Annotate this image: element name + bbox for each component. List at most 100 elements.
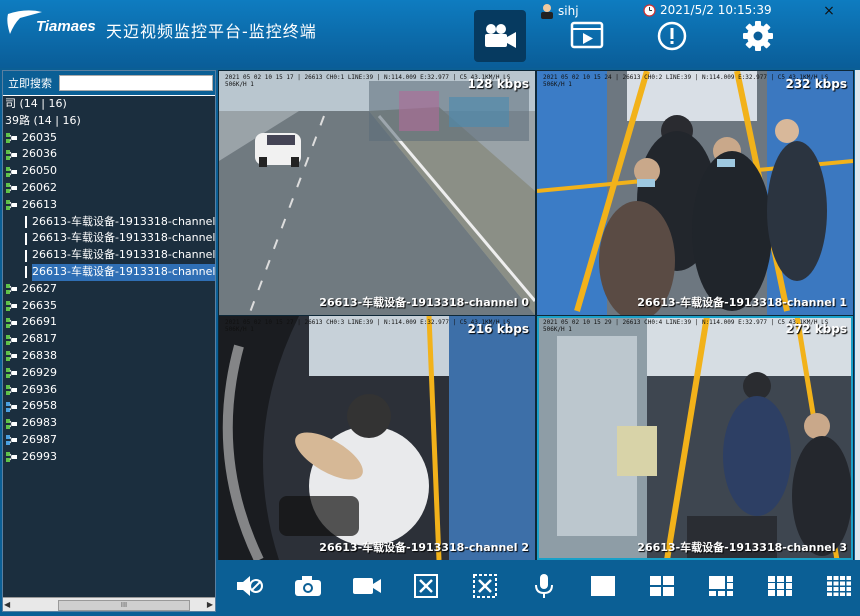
- tree-item-label: 26691: [22, 315, 57, 329]
- tree-channel-item[interactable]: 26613-车载设备-1913318-channel 0: [3, 214, 215, 231]
- tree-item-label: 26987: [22, 432, 57, 446]
- playback-icon: [570, 21, 604, 49]
- search-input[interactable]: [59, 75, 213, 91]
- close-channel-icon: [414, 574, 438, 598]
- tree-vehicle-item[interactable]: 26035: [3, 130, 215, 147]
- tree-item-label: 26958: [22, 399, 57, 413]
- record-video-icon: [353, 578, 381, 594]
- video-channel-name-3: 26613-车载设备-1913318-channel 3: [637, 541, 847, 554]
- scrollbar-thumb[interactable]: III: [58, 600, 190, 611]
- tree-vehicle-item[interactable]: 26929: [3, 365, 215, 382]
- layout-6-icon: [709, 576, 733, 596]
- tree-vehicle-item[interactable]: 26062: [3, 180, 215, 197]
- user-avatar-icon: [541, 4, 553, 19]
- layout-9-icon: [768, 576, 792, 596]
- tree-item-label: 26613-车载设备-1913318-channel 0: [32, 214, 215, 228]
- vehicle-online-icon: [6, 166, 17, 177]
- camera-icon: [295, 576, 321, 596]
- tree-vehicle-item[interactable]: 26627: [3, 281, 215, 298]
- tree-vehicle-item[interactable]: 26817: [3, 331, 215, 348]
- vehicle-online-icon: [6, 401, 17, 412]
- video-camera-icon: [485, 24, 516, 48]
- tree-vehicle-item[interactable]: 26993: [3, 449, 215, 466]
- grid-vertical-scrollbar[interactable]: [855, 70, 860, 560]
- close-channel-button[interactable]: [408, 570, 444, 602]
- video-cell-2[interactable]: 2021 05 02 10 15 27 | 26613 CH0:3 LINE:3…: [219, 316, 535, 560]
- vehicle-online-icon: [6, 183, 17, 194]
- datetime-display: 2021/5/2 10:15:39: [643, 3, 772, 17]
- tree-horizontal-scrollbar[interactable]: ◀ III ▶: [3, 597, 215, 611]
- layout-6-button[interactable]: [703, 570, 739, 602]
- video-cell-3[interactable]: 2021 05 02 10 15 29 | 26613 CH0:4 LINE:3…: [537, 316, 853, 560]
- search-button[interactable]: 立即搜索: [5, 75, 55, 91]
- layout-1-icon: [591, 576, 615, 596]
- scroll-left-arrow-icon[interactable]: ◀: [4, 600, 10, 609]
- layout-16-button[interactable]: [821, 570, 857, 602]
- tree-group-item[interactable]: 司 (14 | 16): [3, 96, 215, 113]
- tree-vehicle-item[interactable]: 26838: [3, 348, 215, 365]
- layout-9-button[interactable]: [762, 570, 798, 602]
- tree-item-label: 26993: [22, 449, 57, 463]
- video-bitrate-0: 128 kbps: [467, 77, 529, 91]
- video-bitrate-2: 216 kbps: [467, 322, 529, 336]
- tree-item-label: 26929: [22, 365, 57, 379]
- snapshot-button[interactable]: [290, 570, 326, 602]
- user-name: sihj: [558, 4, 579, 18]
- tree-item-label: 26613-车载设备-1913318-channel 3: [32, 263, 215, 281]
- app-title: 天迈视频监控平台-监控终端: [106, 22, 317, 41]
- tree-vehicle-item[interactable]: 26635: [3, 298, 215, 315]
- nav-video-button[interactable]: [474, 10, 526, 62]
- video-channel-name-2: 26613-车载设备-1913318-channel 2: [319, 541, 529, 554]
- vehicle-online-icon: [6, 334, 17, 345]
- tree-channel-item[interactable]: 26613-车载设备-1913318-channel 3: [3, 263, 215, 281]
- close-window-button[interactable]: ×: [820, 2, 838, 20]
- video-cell-1[interactable]: 2021 05 02 10 15 24 | 26613 CH0:2 LINE:3…: [537, 71, 853, 315]
- tree-item-label: 26062: [22, 180, 57, 194]
- scroll-right-arrow-icon[interactable]: ▶: [207, 600, 213, 609]
- mute-button[interactable]: [231, 570, 267, 602]
- tree-channel-item[interactable]: 26613-车载设备-1913318-channel 2: [3, 247, 215, 264]
- vehicle-online-icon: [6, 132, 17, 143]
- microphone-icon: [535, 574, 553, 598]
- video-cell-0[interactable]: 2021 05 02 10 15 17 | 26613 CH0:1 LINE:3…: [219, 71, 535, 315]
- nav-alarm-button[interactable]: [646, 10, 698, 62]
- tree-item-label: 26613-车载设备-1913318-channel 1: [32, 231, 215, 245]
- tree-item-label: 司 (14 | 16): [5, 97, 67, 110]
- tree-vehicle-item[interactable]: 26958: [3, 398, 215, 415]
- tree-vehicle-item[interactable]: 26613: [3, 197, 215, 214]
- brand-name: Tiamaes: [36, 18, 96, 35]
- nav-settings-button[interactable]: [732, 10, 784, 62]
- tree-vehicle-item[interactable]: 26691: [3, 314, 215, 331]
- tree-vehicle-item[interactable]: 26983: [3, 415, 215, 432]
- video-bitrate-3: 272 kbps: [785, 322, 847, 336]
- door-video-frame: [537, 316, 853, 560]
- video-bitrate-1: 232 kbps: [785, 77, 847, 91]
- record-button[interactable]: [349, 570, 385, 602]
- vehicle-online-icon: [6, 149, 17, 160]
- tree-vehicle-item[interactable]: 26050: [3, 163, 215, 180]
- tree-vehicle-item[interactable]: 26987: [3, 432, 215, 449]
- vehicle-online-icon: [6, 384, 17, 395]
- device-tree-panel: 立即搜索 司 (14 | 16) 39路 (14 | 16) 26035 26036 2…: [2, 70, 216, 612]
- title-bar: Tiamaes 天迈视频监控平台-监控终端 sihj 2021/5/2 10:1…: [0, 0, 860, 68]
- layout-1-button[interactable]: [585, 570, 621, 602]
- road-video-frame: [219, 71, 535, 315]
- tree-item-label: 26035: [22, 130, 57, 144]
- tree-vehicle-item[interactable]: 26036: [3, 146, 215, 163]
- layout-4-button[interactable]: [644, 570, 680, 602]
- tree-item-label: 26838: [22, 348, 57, 362]
- tree-item-label: 26613: [22, 197, 57, 211]
- tree-vehicle-item[interactable]: 26936: [3, 382, 215, 399]
- tree-group-item[interactable]: 39路 (14 | 16): [3, 113, 215, 130]
- video-channel-name-0: 26613-车载设备-1913318-channel 0: [319, 296, 529, 309]
- user-info: sihj: [540, 3, 579, 19]
- tree-item-label: 26036: [22, 147, 57, 161]
- vehicle-online-icon: [6, 317, 17, 328]
- talk-button[interactable]: [526, 570, 562, 602]
- vehicle-online-icon: [6, 284, 17, 295]
- tree-item-label: 26936: [22, 382, 57, 396]
- close-all-button[interactable]: [467, 570, 503, 602]
- tree-channel-item[interactable]: 26613-车载设备-1913318-channel 1: [3, 230, 215, 247]
- device-tree[interactable]: 司 (14 | 16) 39路 (14 | 16) 26035 26036 26050 2…: [3, 96, 215, 598]
- channel-icon: [25, 249, 27, 262]
